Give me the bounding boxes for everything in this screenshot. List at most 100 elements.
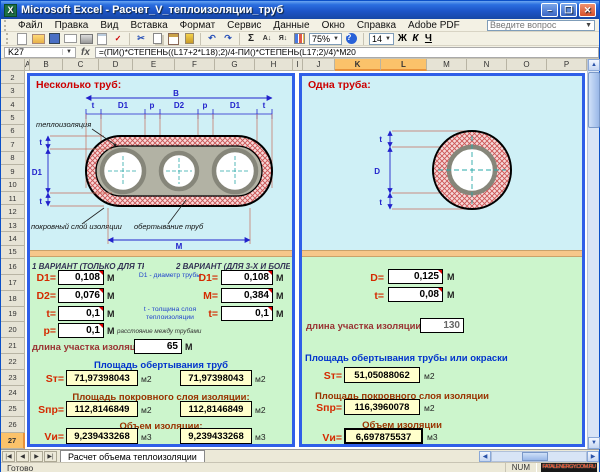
tb-input[interactable]: 0,1 — [221, 306, 273, 321]
col-header[interactable]: C — [63, 59, 99, 71]
scroll-left-icon[interactable]: ◀ — [479, 451, 491, 462]
row-header[interactable]: 24 — [1, 386, 25, 402]
select-all-corner[interactable] — [1, 59, 25, 71]
col-header[interactable]: B — [30, 59, 63, 71]
scroll-right-icon[interactable]: ▶ — [587, 451, 599, 462]
print-icon[interactable] — [79, 32, 94, 45]
row-header[interactable]: 15 — [1, 246, 25, 259]
horizontal-scrollbar[interactable]: ◀ ▶ — [479, 450, 599, 462]
cut-icon[interactable]: ✂ — [134, 32, 149, 45]
length-input[interactable]: 130 — [420, 318, 464, 333]
spr-result[interactable]: 116,3960078 — [344, 399, 420, 415]
m-input[interactable]: 0,384 — [221, 288, 273, 303]
row-header[interactable]: 21 — [1, 338, 25, 354]
menu-insert[interactable]: Вставка — [124, 20, 173, 31]
help-icon[interactable]: ? — [344, 32, 359, 45]
sheet-tab-active[interactable]: Расчет объема теплоизоляции — [60, 450, 205, 462]
col-header-selected[interactable]: K — [335, 59, 381, 71]
horizontal-scroll-track[interactable] — [491, 451, 587, 462]
insert-function-icon[interactable]: fx — [81, 47, 90, 58]
menu-file[interactable]: Файл — [12, 20, 49, 31]
row-header[interactable]: 9 — [1, 165, 25, 178]
row-header[interactable]: 6 — [1, 125, 25, 138]
copy-icon[interactable] — [150, 32, 165, 45]
row-header[interactable]: 19 — [1, 307, 25, 323]
d1b-input[interactable]: 0,108 — [221, 270, 273, 285]
row-header[interactable]: 13 — [1, 219, 25, 232]
row-header[interactable]: 7 — [1, 138, 25, 151]
col-header-selected[interactable]: L — [381, 59, 427, 71]
maximize-button[interactable]: ❐ — [560, 3, 577, 17]
col-header[interactable]: N — [467, 59, 507, 71]
row-header[interactable]: 10 — [1, 179, 25, 192]
col-header[interactable]: H — [255, 59, 293, 71]
tab-prev-icon[interactable]: ◀ — [16, 451, 29, 462]
row-header[interactable]: 11 — [1, 192, 25, 205]
col-header[interactable]: O — [507, 59, 547, 71]
row-header[interactable]: 22 — [1, 354, 25, 370]
autosum-icon[interactable]: Σ — [244, 32, 259, 45]
menu-adobe-pdf[interactable]: Adobe PDF — [402, 20, 466, 31]
underline-button[interactable]: Ч — [422, 33, 435, 44]
menu-window[interactable]: Окно — [316, 20, 351, 31]
st-result-2[interactable]: 71,97398043 — [180, 370, 252, 386]
col-header[interactable]: G — [215, 59, 255, 71]
print-preview-icon[interactable] — [95, 32, 110, 45]
row-header[interactable]: 23 — [1, 370, 25, 386]
new-file-icon[interactable] — [15, 32, 30, 45]
font-size-combo[interactable]: 14 ▼ — [369, 33, 394, 45]
d-input[interactable]: 0,125 — [388, 269, 443, 284]
email-icon[interactable] — [63, 32, 78, 45]
row-header[interactable]: 2 — [1, 71, 25, 84]
col-header[interactable]: F — [175, 59, 215, 71]
row-header[interactable]: 14 — [1, 232, 25, 245]
spr-result-1[interactable]: 112,8146849 — [66, 401, 138, 417]
row-header[interactable]: 17 — [1, 275, 25, 291]
vi-result-1[interactable]: 9,239433268 — [66, 428, 138, 444]
format-painter-icon[interactable] — [182, 32, 197, 45]
t-input[interactable]: 0,08 — [388, 287, 443, 302]
col-header[interactable]: J — [303, 59, 335, 71]
col-header[interactable]: I — [293, 59, 303, 71]
row-header[interactable]: 5 — [1, 111, 25, 124]
st-result[interactable]: 51,05088062 — [344, 367, 420, 383]
menu-data[interactable]: Данные — [267, 20, 315, 31]
st-result-1[interactable]: 71,97398043 — [66, 370, 138, 386]
menu-help[interactable]: Справка — [351, 20, 402, 31]
row-header[interactable]: 26 — [1, 417, 25, 433]
row-header-selected[interactable]: 27 — [1, 433, 25, 449]
menu-edit[interactable]: Правка — [49, 20, 95, 31]
undo-icon[interactable]: ↶ — [205, 32, 220, 45]
vertical-scroll-thumb[interactable] — [588, 72, 600, 128]
col-header[interactable]: D — [99, 59, 133, 71]
menu-view[interactable]: Вид — [94, 20, 124, 31]
close-button[interactable]: ✕ — [579, 3, 596, 17]
spelling-icon[interactable]: ✓ — [111, 32, 126, 45]
scroll-down-icon[interactable]: ▼ — [588, 437, 600, 449]
row-header[interactable]: 16 — [1, 259, 25, 275]
vi-result-2[interactable]: 9,239433268 — [180, 428, 252, 444]
formula-input[interactable]: =(ПИ()*СТЕПЕНЬ((L17+2*L18);2)/4-ПИ()*СТЕ… — [95, 47, 599, 58]
col-header[interactable]: M — [427, 59, 467, 71]
sort-descending-icon[interactable]: Я↓ — [276, 32, 291, 45]
sort-ascending-icon[interactable]: А↓ — [260, 32, 275, 45]
vertical-scrollbar[interactable]: ▲ ▼ — [587, 59, 599, 449]
length-input[interactable]: 65 — [134, 339, 182, 354]
bold-button[interactable]: Ж — [396, 33, 409, 44]
row-header[interactable]: 12 — [1, 205, 25, 218]
horizontal-scroll-thumb[interactable] — [522, 452, 548, 461]
menu-format[interactable]: Формат — [174, 20, 222, 31]
col-header[interactable]: E — [133, 59, 175, 71]
open-file-icon[interactable] — [31, 32, 46, 45]
chart-wizard-icon[interactable] — [292, 32, 307, 45]
row-header[interactable]: 18 — [1, 291, 25, 307]
row-header[interactable]: 8 — [1, 152, 25, 165]
tab-next-icon[interactable]: ▶ — [30, 451, 43, 462]
d1-input[interactable]: 0,108 — [58, 270, 104, 285]
redo-icon[interactable]: ↷ — [221, 32, 236, 45]
menu-tools[interactable]: Сервис — [221, 20, 267, 31]
vi-result-selected-cell[interactable]: 6,697875537 — [344, 428, 423, 444]
ask-question-box[interactable]: Введите вопрос ▼ — [487, 20, 595, 31]
row-header[interactable]: 20 — [1, 322, 25, 338]
zoom-combo[interactable]: 75% ▼ — [309, 33, 342, 45]
